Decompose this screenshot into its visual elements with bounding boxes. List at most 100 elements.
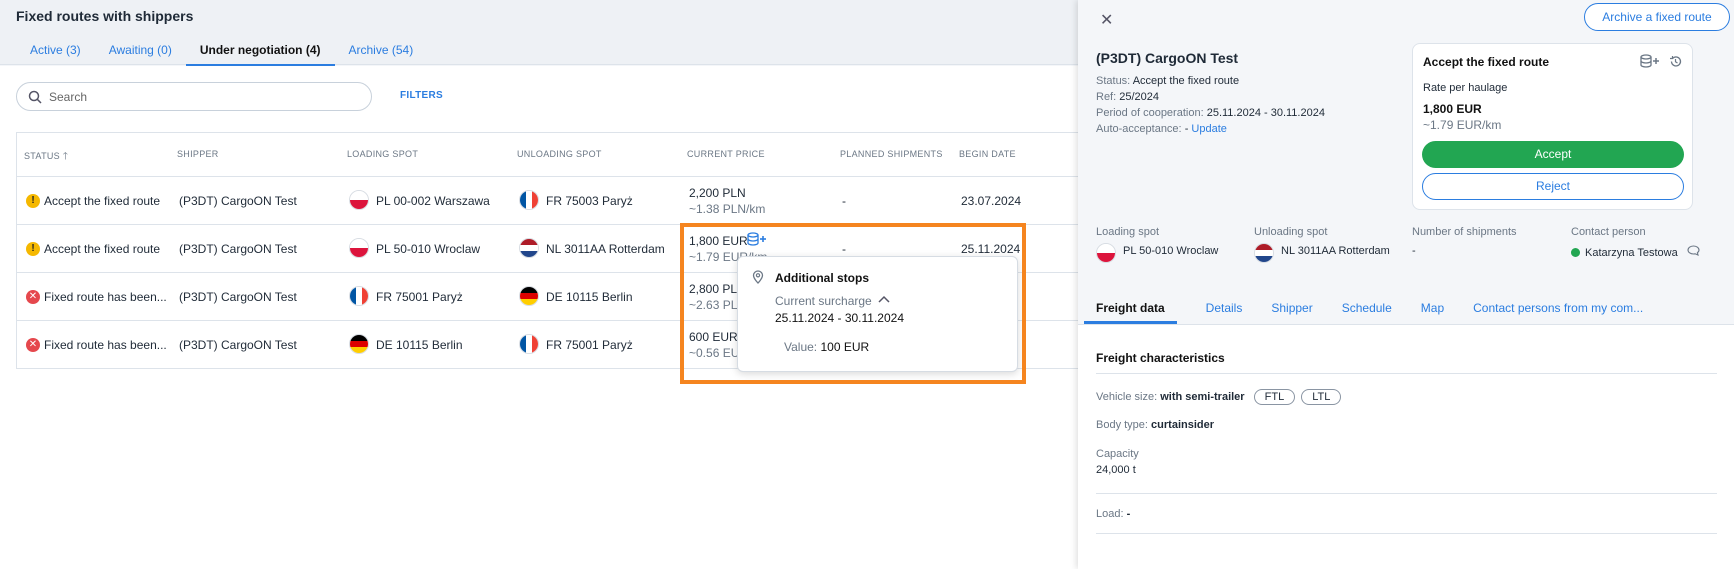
reject-button[interactable]: Reject <box>1422 173 1684 200</box>
shipper-name: (P3DT) CargoON Test <box>179 290 297 304</box>
status-text: Fixed route has been... <box>44 338 167 352</box>
tab-map[interactable]: Map <box>1421 298 1444 324</box>
column-current-price: CURRENT PRICE <box>687 149 765 159</box>
detail-tabs: Freight data Details Shipper Schedule Ma… <box>1084 298 1672 324</box>
page-header: Fixed routes with shippers Active (3) Aw… <box>0 0 1078 67</box>
flag-pl-icon <box>349 238 369 258</box>
page-title: Fixed routes with shippers <box>16 8 194 24</box>
fixed-routes-list-panel: Fixed routes with shippers Active (3) Aw… <box>0 0 1078 569</box>
flag-fr-icon <box>519 334 539 354</box>
flag-fr-icon <box>519 190 539 210</box>
capacity-value: 24,000 t <box>1096 464 1136 476</box>
status-text: Accept the fixed route <box>44 194 161 208</box>
rate-per-km: ~1.79 EUR/km <box>1423 118 1502 132</box>
shipper-name: (P3DT) CargoON Test <box>179 338 297 352</box>
warning-icon: ! <box>26 242 40 256</box>
loading-spot: PL 00-002 Warszawa <box>376 194 490 208</box>
status-text: Accept the fixed route <box>44 242 161 256</box>
search-input[interactable] <box>49 88 349 106</box>
rate-label: Rate per haulage <box>1423 82 1508 94</box>
shipper-name: (P3DT) CargoON Test <box>179 242 297 256</box>
loading-spot: PL 50-010 Wroclaw <box>376 242 481 256</box>
shipments-value: - <box>1412 245 1416 257</box>
table-header: STATUS 🡑 SHIPPER LOADING SPOT UNLOADING … <box>17 132 1078 177</box>
flag-de-icon <box>349 334 369 354</box>
freight-data-section: Freight characteristics Vehicle size: wi… <box>1078 325 1734 569</box>
tab-schedule[interactable]: Schedule <box>1342 298 1392 324</box>
flag-nl-icon <box>519 238 539 258</box>
warning-icon: ! <box>26 194 40 208</box>
flag-nl-icon <box>1254 243 1274 263</box>
tab-under-negotiation[interactable]: Under negotiation (4) <box>185 38 335 67</box>
divider <box>1096 533 1717 534</box>
unloading-spot: FR 75003 Paryż <box>546 194 633 208</box>
loading-spot: DE 10115 Berlin <box>376 338 463 352</box>
additional-stops-icon[interactable] <box>1640 54 1660 71</box>
unloading-spot: DE 10115 Berlin <box>546 290 633 304</box>
accept-button[interactable]: Accept <box>1422 141 1684 168</box>
unloading-spot: FR 75001 Paryż <box>546 338 633 352</box>
archive-fixed-route-button[interactable]: Archive a fixed route <box>1584 3 1730 31</box>
shipments-label: Number of shipments <box>1412 226 1517 238</box>
status-tabs: Active (3) Awaiting (0) Under negotiatio… <box>16 38 427 67</box>
detail-ref: Ref: 25/2024 <box>1096 91 1160 103</box>
loading-spot-label: Loading spot <box>1096 226 1159 238</box>
begin-date: 23.07.2024 <box>961 194 1022 208</box>
accept-fixed-route-card: Accept the fixed route Rate per haulage … <box>1412 43 1693 210</box>
unloading-spot: NL 3011AA Rotterdam <box>546 242 665 256</box>
tab-contact-persons[interactable]: Contact persons from my com... <box>1473 298 1643 324</box>
unloading-spot-label: Unloading spot <box>1254 226 1328 238</box>
close-icon[interactable]: ✕ <box>1100 10 1113 30</box>
detail-auto-acceptance: Auto-acceptance: - Update <box>1096 123 1227 135</box>
capacity-label: Capacity <box>1096 448 1139 460</box>
history-icon[interactable] <box>1669 56 1682 71</box>
tab-active[interactable]: Active (3) <box>16 38 95 67</box>
flag-fr-icon <box>349 286 369 306</box>
search-box[interactable] <box>16 82 372 111</box>
status-text: Fixed route has been... <box>44 290 167 304</box>
sort-arrow-up-icon: 🡑 <box>62 151 69 162</box>
filters-button[interactable]: FILTERS <box>400 90 443 101</box>
load: Load: - <box>1096 508 1131 520</box>
column-planned-shipments: PLANNED SHIPMENTS <box>840 149 943 159</box>
search-icon <box>28 90 42 104</box>
shipper-name: (P3DT) CargoON Test <box>179 194 297 208</box>
column-shipper: SHIPPER <box>177 149 219 159</box>
column-loading-spot: LOADING SPOT <box>347 149 419 159</box>
current-price: 2,200 PLN <box>689 186 746 200</box>
divider <box>1096 373 1717 374</box>
loading-spot: FR 75001 Paryż <box>376 290 463 304</box>
freight-title: Freight characteristics <box>1096 351 1225 365</box>
price-per-km: ~1.38 PLN/km <box>689 202 766 216</box>
chip-ltl: LTL <box>1301 389 1342 405</box>
column-status[interactable]: STATUS 🡑 <box>24 149 68 166</box>
error-icon: ✕ <box>26 290 40 304</box>
contact-person-value: Katarzyna Testowa <box>1571 245 1700 259</box>
tab-details[interactable]: Details <box>1206 298 1243 324</box>
tab-freight-data[interactable]: Freight data <box>1084 298 1177 324</box>
tab-shipper[interactable]: Shipper <box>1271 298 1312 324</box>
tab-awaiting[interactable]: Awaiting (0) <box>95 38 186 67</box>
highlight-frame <box>680 223 1026 384</box>
body-type: Body type: curtainsider <box>1096 419 1215 431</box>
error-icon: ✕ <box>26 338 40 352</box>
column-begin-date: BEGIN DATE <box>959 149 1016 159</box>
rate-price: 1,800 EUR <box>1423 102 1482 116</box>
unloading-spot-value: NL 3011AA Rotterdam <box>1281 245 1390 257</box>
detail-title: (P3DT) CargoON Test <box>1096 50 1239 66</box>
table-row[interactable]: ! Accept the fixed route (P3DT) CargoON … <box>17 177 1078 225</box>
update-link[interactable]: Update <box>1191 123 1226 135</box>
tab-archive[interactable]: Archive (54) <box>335 38 428 67</box>
detail-status: Status: Accept the fixed route <box>1096 75 1240 87</box>
contact-person-label: Contact person <box>1571 226 1646 238</box>
chip-ftl: FTL <box>1253 389 1296 405</box>
online-status-icon <box>1571 248 1580 257</box>
flag-de-icon <box>519 286 539 306</box>
loading-spot-value: PL 50-010 Wroclaw <box>1123 245 1219 257</box>
chat-bubble-icon[interactable] <box>1687 245 1700 259</box>
column-unloading-spot: UNLOADING SPOT <box>517 149 602 159</box>
divider <box>1096 493 1717 494</box>
planned-shipments: - <box>842 194 846 208</box>
vehicle-size: Vehicle size: with semi-trailer FTL LTL <box>1096 389 1342 405</box>
route-detail-panel: ✕ Archive a fixed route (P3DT) CargoON T… <box>1078 0 1734 569</box>
